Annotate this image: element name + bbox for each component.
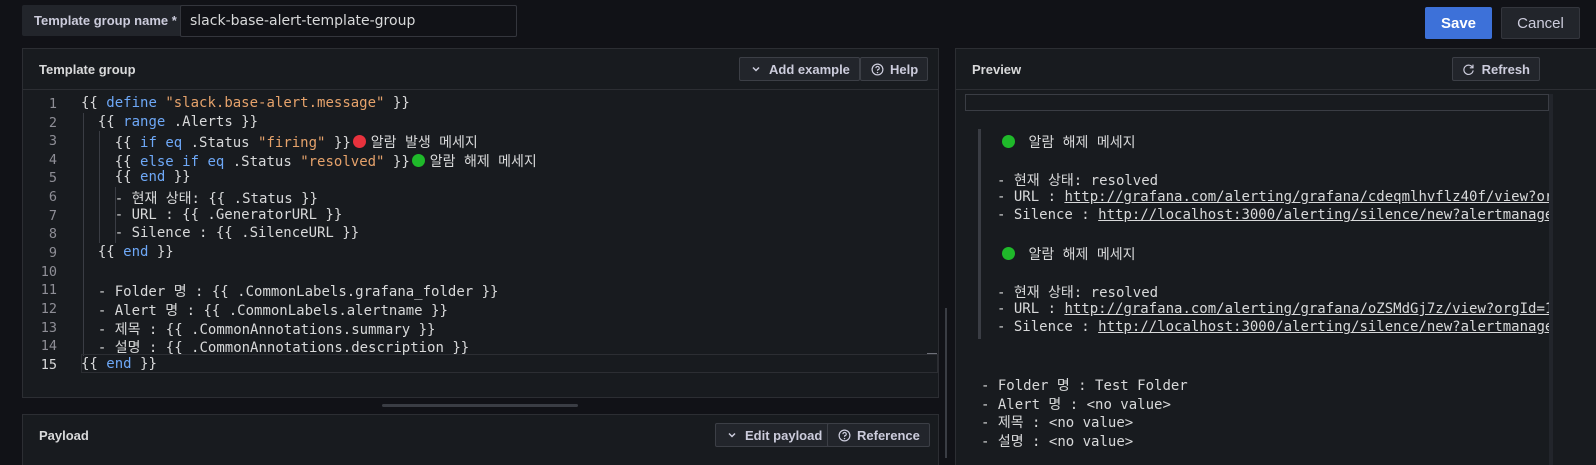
silence-url-link[interactable]: http://localhost:3000/alerting/silence/n…: [1098, 207, 1549, 223]
quote-bar: [978, 129, 981, 339]
line-number: 13: [40, 320, 57, 336]
code-line: {{ end }}: [81, 356, 157, 372]
add-example-label: Add example: [769, 61, 850, 77]
silence-url-link[interactable]: http://localhost:3000/alerting/silence/n…: [1098, 319, 1549, 335]
preview-title: Preview: [972, 61, 1022, 77]
line-number: 14: [40, 338, 57, 354]
panel-resize-handle[interactable]: [382, 404, 578, 407]
line-number: 7: [48, 208, 57, 224]
preview-silence-line: - Silence : http://localhost:3000/alerti…: [997, 319, 1549, 335]
code-line: - Silence : {{ .SilenceURL }}: [81, 225, 360, 241]
line-number: 3: [48, 133, 57, 149]
code-line: {{ else if eq .Status "resolved" }} 알람 해제…: [81, 154, 537, 170]
green-circle-icon: [1002, 247, 1015, 260]
line-number: 12: [40, 301, 57, 317]
template-group-panel: Template group Add example Help 1 2 3 4 …: [22, 48, 939, 398]
editor-scrollbar[interactable]: [945, 308, 947, 458]
preview-url-line: - URL : http://grafana.com/alerting/graf…: [997, 189, 1549, 205]
green-circle-icon: [1002, 135, 1015, 148]
refresh-button[interactable]: Refresh: [1452, 57, 1540, 81]
code-line: - 현재 상태: {{ .Status }}: [81, 191, 318, 207]
payload-title: Payload: [39, 428, 89, 443]
reference-label: Reference: [857, 427, 920, 443]
line-number-active: 15: [40, 357, 57, 373]
code-line: - URL : {{ .GeneratorURL }}: [81, 207, 343, 223]
preview-top-box: [965, 94, 1549, 111]
reference-button[interactable]: Reference: [827, 423, 930, 447]
chevron-down-icon: [749, 62, 763, 76]
line-number: 8: [48, 226, 57, 242]
code-line: - Folder 명 : {{ .CommonLabels.grafana_fo…: [81, 284, 499, 300]
save-button[interactable]: Save: [1425, 7, 1492, 39]
preview-summary-line: - 제목 : <no value>: [981, 415, 1134, 431]
template-group-name-label: Template group name *: [22, 5, 189, 36]
template-code-editor[interactable]: 1 2 3 4 5 6 7 8 9 10 11 12 13 14 15 {{ d…: [23, 91, 938, 397]
line-number: 1: [48, 96, 57, 112]
edit-payload-label: Edit payload: [745, 427, 823, 443]
preview-status-line: - 현재 상태: resolved: [997, 285, 1159, 301]
template-group-name-input[interactable]: [180, 5, 517, 37]
code-line: - 제목 : {{ .CommonAnnotations.summary }}: [81, 322, 436, 338]
line-number: 10: [40, 264, 57, 280]
generator-url-link[interactable]: http://grafana.com/alerting/grafana/oZSM…: [1064, 301, 1549, 317]
code-line: {{ define "slack.base-alert.message" }}: [81, 95, 410, 111]
question-circle-icon: [837, 428, 851, 442]
code-line: - 설명 : {{ .CommonAnnotations.description…: [81, 340, 470, 356]
code-line: {{ range .Alerts }}: [81, 114, 259, 130]
line-number: 2: [48, 115, 57, 131]
line-number: 11: [40, 282, 57, 298]
line-number: 4: [48, 152, 57, 168]
add-example-button[interactable]: Add example: [739, 57, 860, 81]
preview-description-line: - 설명 : <no value>: [981, 434, 1134, 450]
scroll-marker: [927, 353, 937, 354]
line-number-gutter: 1 2 3 4 5 6 7 8 9 10 11 12 13 14 15: [23, 91, 81, 397]
preview-url-line: - URL : http://grafana.com/alerting/graf…: [997, 301, 1549, 317]
template-group-title: Template group: [39, 61, 136, 77]
line-number: 9: [48, 245, 57, 261]
refresh-icon: [1462, 62, 1476, 76]
code-line: {{ if eq .Status "firing" }} 알람 발생 메세지: [81, 135, 478, 151]
preview-scrollbar[interactable]: [1549, 94, 1553, 465]
payload-panel: Payload Edit payload Reference: [22, 414, 939, 465]
line-number: 5: [48, 170, 57, 186]
help-button[interactable]: Help: [860, 57, 929, 81]
green-circle-icon: [411, 154, 425, 167]
line-number: 6: [48, 189, 57, 205]
generator-url-link[interactable]: http://grafana.com/alerting/grafana/cdeq…: [1064, 189, 1549, 205]
preview-alert-name-line: - Alert 명 : <no value>: [981, 397, 1171, 413]
code-line: {{ end }}: [81, 244, 174, 260]
cancel-button[interactable]: Cancel: [1501, 7, 1580, 39]
preview-alert-heading: 알람 해제 메세지: [1000, 132, 1135, 152]
help-label: Help: [890, 61, 919, 77]
code-line: - Alert 명 : {{ .CommonLabels.alertname }…: [81, 303, 448, 319]
edit-payload-button[interactable]: Edit payload: [715, 423, 833, 447]
preview-content: 알람 해제 메세지 - 현재 상태: resolved - URL : http…: [965, 112, 1549, 465]
chevron-down-icon: [725, 428, 739, 442]
preview-silence-line: - Silence : http://localhost:3000/alerti…: [997, 207, 1549, 223]
question-circle-icon: [870, 62, 884, 76]
red-circle-icon: [352, 135, 366, 148]
preview-alert-heading: 알람 해제 메세지: [1000, 244, 1135, 264]
preview-status-line: - 현재 상태: resolved: [997, 173, 1159, 189]
code-line: {{ end }}: [81, 169, 191, 185]
refresh-label: Refresh: [1481, 61, 1530, 77]
preview-folder-line: - Folder 명 : Test Folder: [981, 378, 1188, 394]
